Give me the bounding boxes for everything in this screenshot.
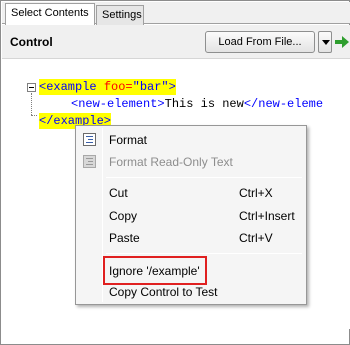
tree-guide-line: [31, 115, 37, 116]
menu-item-label: Format: [109, 133, 148, 147]
format-readonly-icon: [83, 155, 96, 168]
menu-item-cut[interactable]: Cut Ctrl+X: [78, 183, 304, 203]
menu-item-copy[interactable]: Copy Ctrl+Insert: [78, 206, 304, 226]
highlight-annotation-box: [103, 256, 207, 285]
green-arrow-right-icon[interactable]: [335, 34, 349, 50]
control-label: Control: [10, 35, 53, 49]
toolbar: Control Load From File...: [2, 25, 350, 59]
chevron-down-icon: [322, 40, 330, 45]
load-options-dropdown-button[interactable]: [318, 31, 332, 53]
window-frame: Select Contents Settings Control Load Fr…: [0, 0, 350, 345]
menu-item-label: Cut: [109, 186, 128, 200]
menu-item-format-read-only-text[interactable]: Format Read-Only Text: [78, 152, 304, 172]
menu-item-shortcut: Ctrl+X: [239, 186, 273, 200]
xml-close-tag: </new-eleme: [243, 97, 324, 111]
menu-item-shortcut: Ctrl+V: [239, 231, 273, 245]
menu-item-shortcut: Ctrl+Insert: [239, 209, 295, 223]
xml-open-tag: <example: [39, 80, 104, 94]
code-line-1: <example foo="bar">: [39, 79, 176, 95]
menu-item-paste[interactable]: Paste Ctrl+V: [78, 228, 304, 248]
xml-tag-close-bracket: >: [168, 80, 176, 94]
menu-item-label: Format Read-Only Text: [109, 155, 233, 169]
xml-attribute-name: foo=: [103, 80, 133, 94]
format-icon: [83, 133, 96, 146]
xml-attribute-value: "bar": [132, 80, 169, 94]
code-line-2: <new-element>This is new</new-eleme: [71, 96, 323, 112]
tab-strip: Select Contents Settings: [2, 2, 350, 25]
menu-item-label: Copy Control to Test: [109, 285, 218, 299]
load-from-file-button[interactable]: Load From File...: [205, 31, 315, 53]
menu-separator: [106, 253, 302, 254]
menu-item-label: Copy: [109, 209, 138, 223]
tree-guide-line: [31, 93, 32, 115]
collapse-toggle-icon[interactable]: [27, 83, 36, 92]
xml-text-content: This is new: [164, 97, 244, 111]
menu-item-label: Paste: [109, 231, 140, 245]
tab-settings[interactable]: Settings: [96, 5, 144, 25]
menu-item-format[interactable]: Format: [78, 130, 304, 150]
menu-item-copy-control-to-test[interactable]: Copy Control to Test: [78, 282, 304, 302]
menu-separator: [106, 177, 302, 178]
xml-open-tag: <new-element>: [71, 97, 165, 111]
tab-select-contents[interactable]: Select Contents: [5, 3, 95, 25]
